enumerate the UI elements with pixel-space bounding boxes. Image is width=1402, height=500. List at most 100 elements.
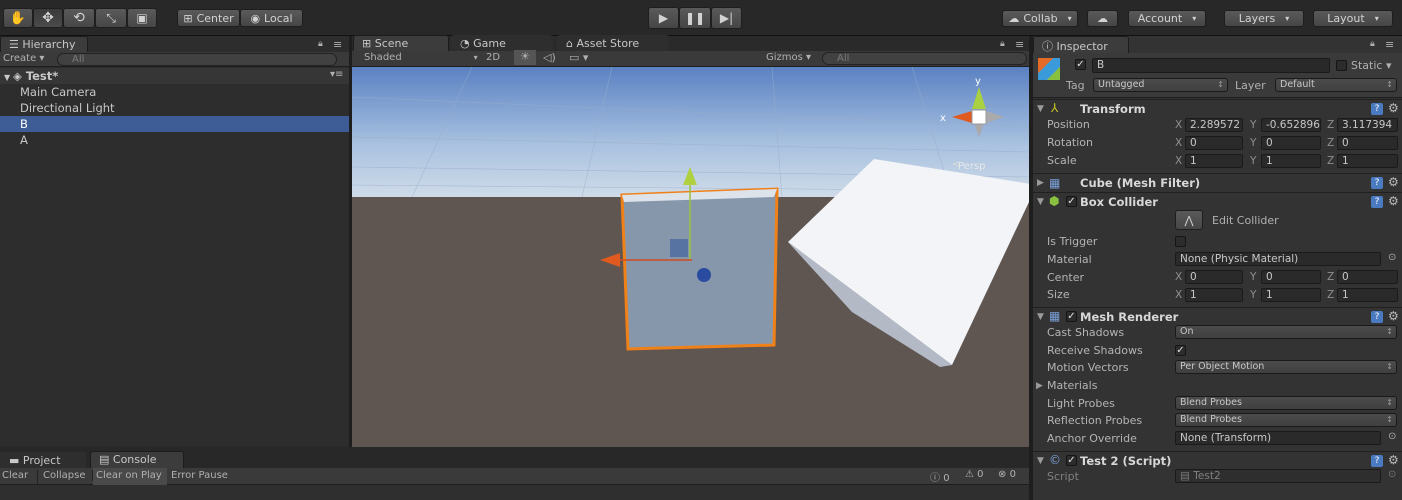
panel-menu-icon[interactable]: ≡: [333, 38, 342, 51]
position-z-field[interactable]: 3.117394: [1337, 118, 1398, 132]
materials-expand-arrow-icon[interactable]: ▶: [1036, 381, 1043, 391]
help-icon[interactable]: ?: [1371, 196, 1383, 208]
gameobject-name-field[interactable]: B: [1092, 58, 1330, 73]
scale-x-field[interactable]: 1: [1185, 154, 1243, 168]
mesh-renderer-enabled-checkbox[interactable]: ✓: [1066, 311, 1077, 322]
step-button[interactable]: ▶|: [711, 7, 742, 29]
inspector-lock-icon[interactable]: 🔒︎: [1370, 39, 1375, 49]
size-z-field[interactable]: 1: [1337, 288, 1398, 302]
help-icon[interactable]: ?: [1371, 177, 1383, 189]
receive-shadows-checkbox[interactable]: ✓: [1175, 345, 1186, 356]
size-x-field[interactable]: 1: [1185, 288, 1243, 302]
scale-z-field[interactable]: 1: [1337, 154, 1398, 168]
rotation-z-field[interactable]: 0: [1337, 136, 1398, 150]
inspector-menu-icon[interactable]: ≡: [1385, 38, 1394, 51]
size-y-field[interactable]: 1: [1261, 288, 1321, 302]
mesh-renderer-component-header[interactable]: ▼ ▦ ✓ Mesh Renderer ? ⚙: [1033, 307, 1402, 326]
panel-divider[interactable]: [349, 36, 352, 447]
scene-root-row[interactable]: ▼ ◈ Test*: [0, 68, 350, 84]
gizmos-dropdown[interactable]: Gizmos ▾: [766, 52, 811, 63]
hierarchy-search-input[interactable]: All: [57, 53, 337, 66]
object-picker-icon[interactable]: ⊙: [1388, 252, 1396, 263]
settings-gear-icon[interactable]: ⚙: [1388, 309, 1399, 323]
materials-label[interactable]: Materials: [1047, 379, 1097, 392]
transform-component-header[interactable]: ▼ ⅄ Transform ? ⚙: [1033, 99, 1402, 118]
play-button[interactable]: ▶: [648, 7, 679, 29]
account-button[interactable]: Account ▾: [1128, 10, 1206, 27]
move-tool-button[interactable]: ✥: [33, 8, 63, 28]
list-item-selected[interactable]: B: [0, 116, 350, 132]
hand-tool-button[interactable]: ✋: [3, 8, 33, 28]
clear-button[interactable]: Clear: [2, 470, 38, 484]
script-enabled-checkbox[interactable]: ✓: [1066, 455, 1077, 466]
warning-count-button[interactable]: ⚠ 0: [965, 469, 984, 480]
panel-divider[interactable]: [1029, 36, 1033, 500]
create-dropdown[interactable]: Create ▾: [3, 53, 44, 64]
lighting-toggle-icon[interactable]: ☀: [514, 50, 536, 65]
tab-game[interactable]: ◔ Game: [451, 35, 553, 52]
error-pause-button[interactable]: Error Pause: [171, 470, 228, 481]
help-icon[interactable]: ?: [1371, 455, 1383, 467]
lock-icon[interactable]: 🔒︎: [318, 39, 323, 49]
console-log-area[interactable]: [0, 485, 1029, 500]
scale-tool-button[interactable]: ⤡: [95, 8, 127, 28]
cube-b-selected[interactable]: [620, 187, 779, 351]
pivot-local-button[interactable]: ◉ Local: [240, 9, 303, 27]
list-item[interactable]: Main Camera: [0, 84, 350, 100]
material-field[interactable]: None (Physic Material): [1175, 252, 1381, 266]
rotation-x-field[interactable]: 0: [1185, 136, 1243, 150]
plane-handle[interactable]: [670, 239, 688, 257]
object-picker-icon[interactable]: ⊙: [1388, 431, 1396, 442]
scale-y-field[interactable]: 1: [1261, 154, 1321, 168]
anchor-override-field[interactable]: None (Transform): [1175, 431, 1381, 445]
center-z-field[interactable]: 0: [1337, 270, 1398, 284]
help-icon[interactable]: ?: [1371, 311, 1383, 323]
script-component-header[interactable]: ▼ © ✓ Test 2 (Script) ? ⚙: [1033, 451, 1402, 470]
layout-button[interactable]: Layout ▾: [1313, 10, 1393, 27]
pause-button[interactable]: ❚❚: [679, 7, 711, 29]
tab-console[interactable]: ▤ Console: [90, 451, 184, 468]
scene-render[interactable]: x y Persp: [352, 67, 1029, 447]
rect-tool-button[interactable]: ▣: [127, 8, 157, 28]
info-count-button[interactable]: ⓘ 0: [930, 469, 950, 484]
list-item[interactable]: Directional Light: [0, 100, 350, 116]
tab-scene[interactable]: ⊞ Scene: [353, 35, 449, 52]
scene-lock-icon[interactable]: 🔒︎: [1000, 39, 1005, 49]
scene-menu-icon[interactable]: ≡: [1015, 38, 1024, 51]
reflection-probes-dropdown[interactable]: Blend Probes: [1175, 413, 1397, 427]
settings-gear-icon[interactable]: ⚙: [1388, 194, 1399, 208]
layers-button[interactable]: Layers ▾: [1224, 10, 1304, 27]
list-item[interactable]: A: [0, 132, 350, 148]
is-trigger-checkbox[interactable]: [1175, 236, 1186, 247]
scene-search-input[interactable]: All: [822, 52, 1027, 65]
static-dropdown[interactable]: Static ▾: [1351, 59, 1391, 72]
scene-menu-icon[interactable]: ▾≡: [330, 69, 343, 80]
2d-toggle[interactable]: 2D: [486, 52, 500, 63]
center-y-field[interactable]: 0: [1261, 270, 1321, 284]
settings-gear-icon[interactable]: ⚙: [1388, 101, 1399, 115]
box-collider-enabled-checkbox[interactable]: ✓: [1066, 196, 1077, 207]
static-checkbox[interactable]: [1336, 60, 1347, 71]
pivot-center-button[interactable]: ⊞ Center: [177, 9, 240, 27]
effects-dropdown-icon[interactable]: ▭ ▾: [569, 51, 588, 64]
help-icon[interactable]: ?: [1371, 103, 1383, 115]
cast-shadows-dropdown[interactable]: On: [1175, 325, 1397, 339]
edit-collider-button[interactable]: ⋀: [1175, 210, 1203, 230]
center-x-field[interactable]: 0: [1185, 270, 1243, 284]
tab-asset-store[interactable]: ⌂ Asset Store: [557, 35, 669, 52]
settings-gear-icon[interactable]: ⚙: [1388, 175, 1399, 189]
motion-vectors-dropdown[interactable]: Per Object Motion: [1175, 360, 1397, 374]
box-collider-component-header[interactable]: ▼ ⬢ ✓ Box Collider ? ⚙: [1033, 192, 1402, 211]
tag-dropdown[interactable]: Untagged: [1093, 78, 1228, 92]
clear-on-play-button[interactable]: Clear on Play: [93, 468, 167, 485]
position-y-field[interactable]: -0.652896: [1261, 118, 1321, 132]
audio-toggle-icon[interactable]: ◁): [543, 51, 556, 64]
tab-hierarchy[interactable]: ☰ Hierarchy: [0, 36, 88, 53]
settings-gear-icon[interactable]: ⚙: [1388, 453, 1399, 467]
rotate-tool-button[interactable]: ⟲: [63, 8, 95, 28]
mesh-filter-component-header[interactable]: ▶ ▦ Cube (Mesh Filter) ? ⚙: [1033, 173, 1402, 192]
cloud-button[interactable]: ☁: [1087, 10, 1118, 27]
shading-dropdown[interactable]: Shaded ▾: [364, 52, 478, 63]
layer-dropdown[interactable]: Default: [1275, 78, 1397, 92]
scene-viewport[interactable]: x y Persp <: [352, 67, 1029, 447]
